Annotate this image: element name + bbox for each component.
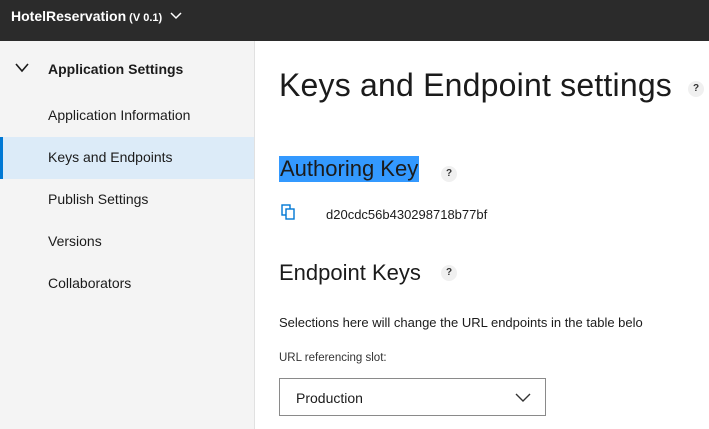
sidebar-item-application-information[interactable]: Application Information: [0, 95, 254, 137]
help-icon[interactable]: ?: [441, 166, 457, 182]
chevron-down-icon[interactable]: [170, 12, 182, 20]
help-icon[interactable]: ?: [441, 265, 457, 281]
app-name: HotelReservation: [11, 8, 127, 24]
selections-description: Selections here will change the URL endp…: [279, 315, 643, 330]
section-title: Application Settings: [48, 61, 184, 77]
sidebar-item-label: Keys and Endpoints: [48, 149, 173, 165]
sidebar-item-versions[interactable]: Versions: [0, 221, 254, 263]
chevron-down-icon: [515, 393, 531, 402]
sidebar-item-collaborators[interactable]: Collaborators: [0, 263, 254, 305]
sidebar-item-publish-settings[interactable]: Publish Settings: [0, 179, 254, 221]
section-application-settings[interactable]: Application Settings: [0, 59, 254, 81]
help-icon[interactable]: ?: [688, 81, 704, 97]
main-content: Keys and Endpoint settings ? Authoring K…: [255, 41, 709, 429]
endpoint-keys-title: Endpoint Keys: [279, 260, 421, 285]
page-title: Keys and Endpoint settings: [279, 67, 673, 103]
chevron-down-icon: [15, 63, 29, 73]
top-bar: HotelReservation (V 0.1): [0, 0, 709, 41]
authoring-key-title: Authoring Key: [279, 156, 420, 182]
copy-icon[interactable]: [281, 204, 295, 220]
sidebar-item-label: Application Information: [48, 107, 191, 123]
slot-dropdown-value: Production: [296, 390, 363, 406]
sidebar-item-label: Versions: [48, 233, 102, 249]
sidebar-item-label: Publish Settings: [48, 191, 149, 207]
sidebar: Application Settings Application Informa…: [0, 41, 255, 429]
app-version: (V 0.1): [129, 12, 163, 24]
sidebar-item-keys-and-endpoints[interactable]: Keys and Endpoints: [0, 137, 254, 179]
sidebar-item-label: Collaborators: [48, 275, 132, 291]
app-selector[interactable]: HotelReservation (V 0.1): [11, 8, 162, 24]
slot-dropdown[interactable]: Production: [279, 378, 546, 416]
authoring-key-value: d20cdc56b430298718b77bf: [326, 207, 488, 222]
slot-label: URL referencing slot:: [279, 352, 387, 364]
